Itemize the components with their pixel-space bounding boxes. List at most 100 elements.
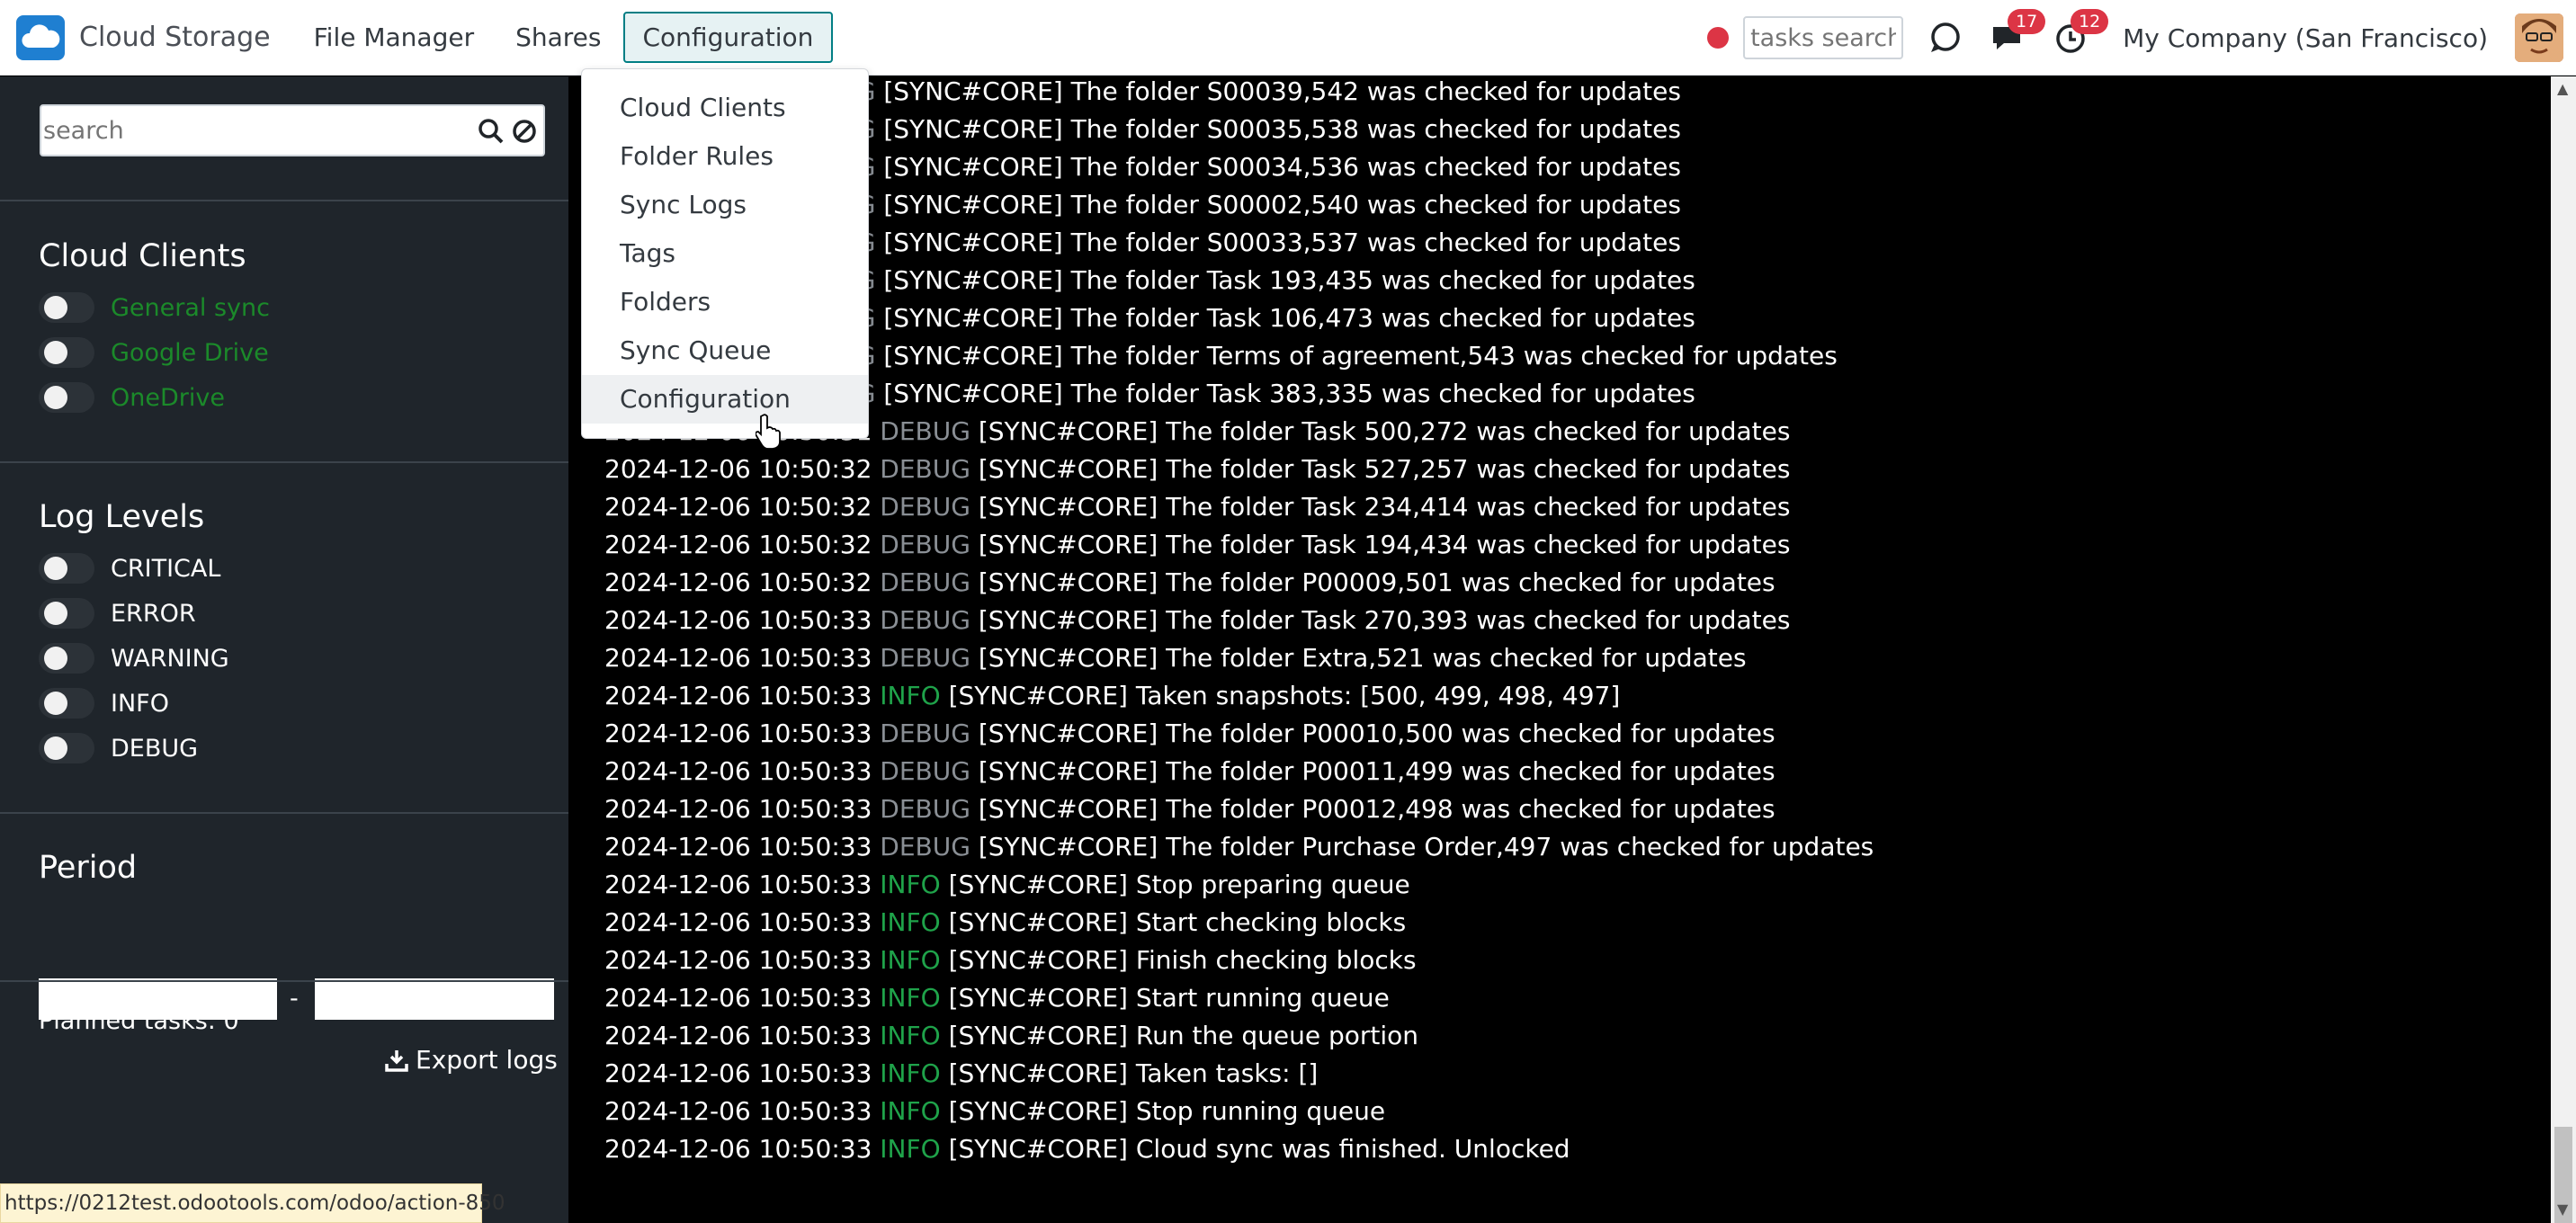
log-level: DEBUG bbox=[880, 605, 970, 635]
main-menu: File Manager Shares Configuration bbox=[294, 12, 836, 63]
client-general-sync[interactable]: General sync bbox=[39, 290, 270, 326]
level-info[interactable]: INFO bbox=[39, 685, 169, 721]
log-scrollbar[interactable]: ▲ ▼ bbox=[2551, 76, 2576, 1223]
log-level: INFO bbox=[880, 945, 941, 975]
avatar[interactable] bbox=[2515, 13, 2563, 62]
scroll-down-arrow-icon[interactable]: ▼ bbox=[2557, 1201, 2568, 1218]
log-line: 2024-12-06 10:50:33 INFO [SYNC#CORE] Sta… bbox=[604, 979, 1390, 1017]
log-timestamp: 2024-12-06 10:50:33 bbox=[604, 983, 872, 1013]
company-switcher[interactable]: My Company (San Francisco) bbox=[2123, 23, 2488, 53]
log-level: INFO bbox=[880, 983, 941, 1013]
log-message: [SYNC#CORE] The folder Task 500,272 was … bbox=[978, 416, 1791, 446]
client-label[interactable]: OneDrive bbox=[111, 384, 225, 412]
scroll-up-arrow-icon[interactable]: ▲ bbox=[2557, 80, 2568, 97]
log-line: BUG [SYNC#CORE] The folder S00033,537 wa… bbox=[820, 224, 1681, 262]
recording-dot-icon[interactable] bbox=[1707, 27, 1730, 49]
log-level: DEBUG bbox=[880, 643, 970, 673]
level-label: CRITICAL bbox=[111, 554, 221, 583]
toggle-switch[interactable] bbox=[39, 598, 94, 629]
log-message: [SYNC#CORE] The folder P00011,499 was ch… bbox=[978, 756, 1775, 786]
log-line: 2024-12-06 10:50:32 DEBUG [SYNC#CORE] Th… bbox=[604, 526, 1790, 564]
log-message: [SYNC#CORE] The folder Terms of agreemen… bbox=[883, 341, 1838, 370]
divider bbox=[0, 461, 568, 463]
export-logs-label: Export logs bbox=[416, 1045, 558, 1075]
log-level: INFO bbox=[880, 907, 941, 937]
tasks-search-input[interactable] bbox=[1743, 16, 1904, 59]
level-critical[interactable]: CRITICAL bbox=[39, 550, 220, 586]
toggle-switch[interactable] bbox=[39, 337, 94, 368]
log-line: BUG [SYNC#CORE] The folder Task 193,435 … bbox=[820, 262, 1695, 299]
log-message: [SYNC#CORE] The folder S00034,536 was ch… bbox=[883, 152, 1681, 182]
log-message: [SYNC#CORE] Taken tasks: [] bbox=[948, 1058, 1319, 1088]
log-message: [SYNC#CORE] The folder Task 270,393 was … bbox=[978, 605, 1791, 635]
log-message: [SYNC#CORE] Stop running queue bbox=[948, 1096, 1386, 1126]
search-icon[interactable] bbox=[478, 118, 505, 148]
log-line: BUG [SYNC#CORE] The folder S00002,540 wa… bbox=[820, 186, 1681, 224]
log-timestamp: 2024-12-06 10:50:33 bbox=[604, 832, 872, 861]
messages-icon[interactable]: 17 bbox=[1986, 9, 2046, 59]
log-timestamp: 2024-12-06 10:50:33 bbox=[604, 719, 872, 748]
dropdown-cloud-clients[interactable]: Cloud Clients bbox=[582, 84, 868, 132]
menu-configuration[interactable]: Configuration bbox=[622, 12, 834, 63]
messages-badge: 17 bbox=[2008, 9, 2046, 34]
log-line: 2024-12-06 10:50:33 INFO [SYNC#CORE] Clo… bbox=[604, 1130, 1570, 1168]
log-message: [SYNC#CORE] Run the queue portion bbox=[948, 1021, 1418, 1050]
dropdown-tags[interactable]: Tags bbox=[582, 229, 868, 278]
log-timestamp: 2024-12-06 10:50:33 bbox=[604, 794, 872, 824]
log-message: [SYNC#CORE] The folder Task 194,434 was … bbox=[978, 530, 1791, 559]
export-logs-button[interactable]: Export logs bbox=[385, 1045, 558, 1075]
sidebar-search-input[interactable] bbox=[43, 112, 466, 149]
log-line: BUG [SYNC#CORE] The folder Terms of agre… bbox=[820, 337, 1838, 375]
log-level: DEBUG bbox=[880, 756, 970, 786]
client-google-drive[interactable]: Google Drive bbox=[39, 335, 269, 370]
level-error[interactable]: ERROR bbox=[39, 595, 196, 631]
log-line: 2024-12-06 10:50:32 DEBUG [SYNC#CORE] Th… bbox=[604, 488, 1790, 526]
log-message: [SYNC#CORE] The folder P00009,501 was ch… bbox=[978, 567, 1775, 597]
period-end-input[interactable] bbox=[315, 978, 554, 1020]
log-levels-title: Log Levels bbox=[39, 499, 205, 535]
toggle-switch[interactable] bbox=[39, 382, 94, 413]
log-line: 2024-12-06 10:50:33 DEBUG [SYNC#CORE] Th… bbox=[604, 828, 1874, 866]
log-line: 2024-12-06 10:50:33 DEBUG [SYNC#CORE] Th… bbox=[604, 790, 1775, 828]
period-separator: - bbox=[290, 985, 299, 1013]
dropdown-folder-rules[interactable]: Folder Rules bbox=[582, 132, 868, 181]
clear-filter-icon[interactable] bbox=[511, 118, 538, 148]
log-timestamp: 2024-12-06 10:50:33 bbox=[604, 1058, 872, 1088]
log-message: [SYNC#CORE] The folder P00012,498 was ch… bbox=[978, 794, 1775, 824]
dropdown-folders[interactable]: Folders bbox=[582, 278, 868, 326]
log-timestamp: 2024-12-06 10:50:33 bbox=[604, 945, 872, 975]
toggle-switch[interactable] bbox=[39, 643, 94, 674]
log-line: BUG [SYNC#CORE] The folder S00039,542 wa… bbox=[820, 73, 1681, 111]
log-timestamp: 2024-12-06 10:50:33 bbox=[604, 907, 872, 937]
level-warning[interactable]: WARNING bbox=[39, 640, 229, 676]
level-debug[interactable]: DEBUG bbox=[39, 730, 198, 766]
dropdown-sync-logs[interactable]: Sync Logs bbox=[582, 181, 868, 229]
menu-file-manager[interactable]: File Manager bbox=[294, 12, 495, 63]
toggle-switch[interactable] bbox=[39, 688, 94, 719]
log-line: 2024-12-06 10:50:33 INFO [SYNC#CORE] Tak… bbox=[604, 677, 1620, 715]
log-timestamp: 2024-12-06 10:50:32 bbox=[604, 454, 872, 484]
log-message: [SYNC#CORE] The folder Purchase Order,49… bbox=[978, 832, 1874, 861]
log-message: [SYNC#CORE] The folder Task 527,257 was … bbox=[978, 454, 1791, 484]
dropdown-configuration[interactable]: Configuration bbox=[582, 375, 868, 424]
log-level: INFO bbox=[880, 1096, 941, 1126]
menu-shares[interactable]: Shares bbox=[496, 12, 621, 63]
log-line: 2024-12-06 10:50:33 DEBUG [SYNC#CORE] Th… bbox=[604, 602, 1790, 639]
log-message: [SYNC#CORE] The folder Task 193,435 was … bbox=[883, 265, 1695, 295]
log-line: 2024-12-06 10:50:33 DEBUG [SYNC#CORE] Th… bbox=[604, 639, 1747, 677]
toggle-switch[interactable] bbox=[39, 553, 94, 584]
dropdown-sync-queue[interactable]: Sync Queue bbox=[582, 326, 868, 375]
client-label[interactable]: General sync bbox=[111, 294, 270, 322]
log-line: BUG [SYNC#CORE] The folder S00034,536 wa… bbox=[820, 148, 1681, 186]
client-label[interactable]: Google Drive bbox=[111, 339, 269, 367]
brand[interactable]: Cloud Storage bbox=[16, 14, 271, 60]
toggle-switch[interactable] bbox=[39, 733, 94, 763]
log-level: INFO bbox=[880, 1134, 941, 1164]
discuss-icon[interactable] bbox=[1923, 16, 1966, 59]
log-line: 2024-12-06 10:50:32 DEBUG [SYNC#CORE] Th… bbox=[604, 451, 1790, 488]
activity-clock-icon[interactable]: 12 bbox=[2049, 9, 2109, 59]
client-onedrive[interactable]: OneDrive bbox=[39, 379, 225, 415]
log-timestamp: 2024-12-06 10:50:33 bbox=[604, 681, 872, 710]
log-line: 2024-12-06 10:50:33 INFO [SYNC#CORE] Tak… bbox=[604, 1055, 1318, 1093]
toggle-switch[interactable] bbox=[39, 292, 94, 323]
